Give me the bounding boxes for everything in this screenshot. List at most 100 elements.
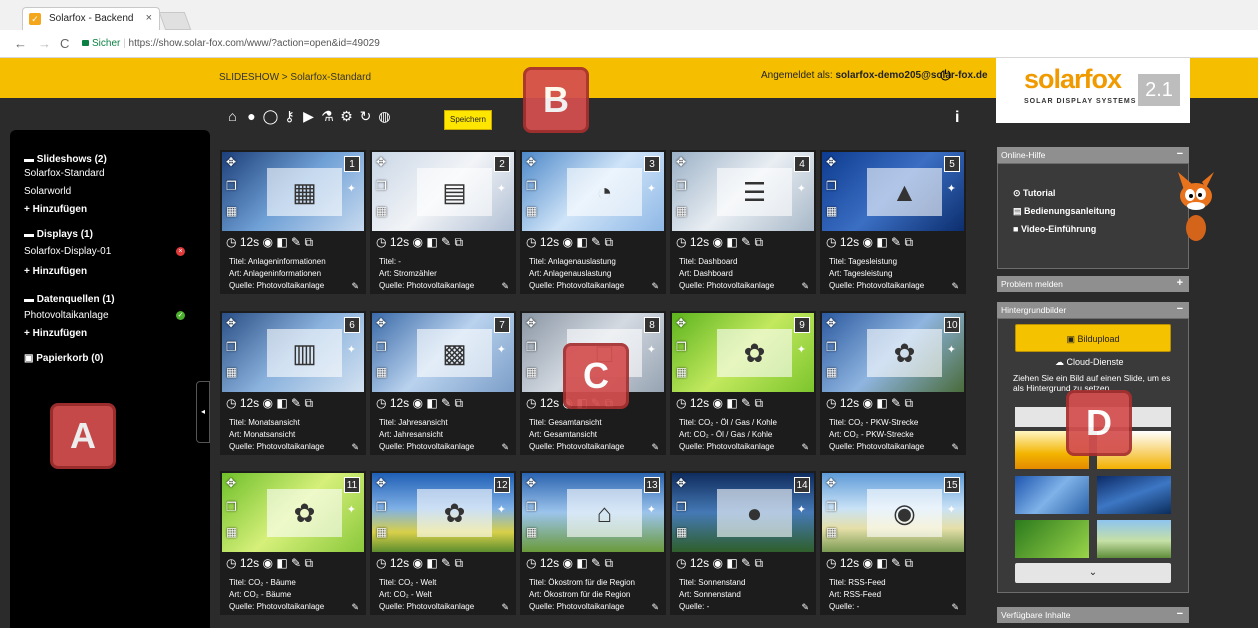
online-help-header[interactable]: Online-Hilfe − [997, 147, 1189, 163]
slide-thumbnail[interactable]: ▦ 1 ✥ ❐ ▦ ✦ [222, 152, 364, 231]
copy-icon[interactable]: ❐ [826, 500, 837, 514]
slide-thumbnail[interactable]: ▤ 2 ✥ ❐ ▦ ✦ [372, 152, 514, 231]
move-icon[interactable]: ✥ [376, 476, 386, 490]
slide-duration[interactable]: 12s [690, 556, 709, 570]
copy-icon[interactable]: ❐ [376, 179, 387, 193]
sidebar-item-slideshow[interactable]: Solarfox-Standard [24, 168, 105, 179]
calendar-icon[interactable]: ▦ [526, 365, 537, 379]
calendar-icon[interactable]: ▦ [676, 365, 687, 379]
wrench-icon[interactable]: ✎ [441, 396, 451, 410]
calendar-icon[interactable]: ▦ [226, 525, 237, 539]
unlock-icon[interactable]: ◧ [426, 235, 437, 249]
unlock-icon[interactable]: ◧ [576, 235, 587, 249]
background-thumbnail[interactable] [1015, 476, 1089, 514]
unlock-icon[interactable]: ◧ [276, 556, 287, 570]
eye-icon[interactable]: ◉ [563, 235, 573, 249]
refresh-icon[interactable]: ↻ [357, 108, 374, 125]
slide-thumbnail[interactable]: ⌂ 13 ✥ ❐ ▦ ✦ [522, 473, 664, 552]
open-external-icon[interactable]: ⧉ [454, 396, 463, 410]
twitter-icon[interactable]: ✦ [347, 503, 356, 516]
eye-icon[interactable]: ◉ [863, 235, 873, 249]
copy-icon[interactable]: ❐ [226, 179, 237, 193]
eye-icon[interactable]: ◉ [713, 235, 723, 249]
move-icon[interactable]: ✥ [526, 476, 536, 490]
globe-icon[interactable]: ◍ [376, 108, 393, 125]
move-icon[interactable]: ✥ [676, 476, 686, 490]
twitter-icon[interactable]: ✦ [797, 182, 806, 195]
wrench-icon[interactable]: ✎ [891, 235, 901, 249]
move-icon[interactable]: ✥ [376, 155, 386, 169]
url-field[interactable]: Sicher | https://show.solar-fox.com/www/… [82, 34, 1242, 54]
background-thumbnail[interactable] [1097, 476, 1171, 514]
copy-icon[interactable]: ❐ [676, 179, 687, 193]
info-icon[interactable]: i [955, 109, 959, 127]
slide-thumbnail[interactable]: ▥ 6 ✥ ❐ ▦ ✦ [222, 313, 364, 392]
move-icon[interactable]: ✥ [226, 476, 236, 490]
user-icon[interactable]: ● [243, 108, 260, 125]
flask-icon[interactable]: ⚗ [319, 108, 336, 125]
wrench-icon[interactable]: ✎ [891, 556, 901, 570]
twitter-icon[interactable]: ✦ [647, 343, 656, 356]
close-tab-icon[interactable]: × [146, 12, 152, 24]
open-external-icon[interactable]: ⧉ [754, 235, 763, 249]
open-external-icon[interactable]: ⧉ [754, 556, 763, 570]
copy-icon[interactable]: ❐ [676, 340, 687, 354]
open-external-icon[interactable]: ⧉ [904, 556, 913, 570]
unlock-icon[interactable]: ◧ [276, 396, 287, 410]
edit-icon[interactable]: ✎ [951, 442, 959, 453]
move-icon[interactable]: ✥ [826, 155, 836, 169]
slide-card[interactable]: ▲ 5 ✥ ❐ ▦ ✦ ◷ 12s ◉ ◧ ✎ ⧉ Titel: Tagesleistung A… [820, 150, 966, 294]
image-upload-button[interactable]: ▣ Bildupload [1015, 324, 1171, 352]
open-external-icon[interactable]: ⧉ [754, 396, 763, 410]
slide-card[interactable]: ✿ 9 ✥ ❐ ▦ ✦ ◷ 12s ◉ ◧ ✎ ⧉ Titel: CO₂ - Öl / Gas… [670, 311, 816, 455]
sidebar-item-slideshow[interactable]: Solarworld [24, 186, 71, 197]
slide-duration[interactable]: 12s [540, 235, 559, 249]
slide-card[interactable]: ▤ 2 ✥ ❐ ▦ ✦ ◷ 12s ◉ ◧ ✎ ⧉ Titel: - Art: Stromzäh… [370, 150, 516, 294]
edit-icon[interactable]: ✎ [501, 602, 509, 613]
move-icon[interactable]: ✥ [376, 316, 386, 330]
unlock-icon[interactable]: ◧ [726, 396, 737, 410]
background-thumbnail[interactable] [1015, 520, 1089, 558]
unlock-icon[interactable]: ◧ [426, 396, 437, 410]
problem-report-header[interactable]: Problem melden + [997, 276, 1189, 292]
slide-duration[interactable]: 12s [690, 235, 709, 249]
eye-icon[interactable]: ◉ [413, 556, 423, 570]
trash-item[interactable]: ▣ Papierkorb (0) [24, 353, 103, 364]
gears-icon[interactable]: ⚙ [338, 108, 355, 125]
slide-card[interactable]: ◔ 3 ✥ ❐ ▦ ✦ ◷ 12s ◉ ◧ ✎ ⧉ Titel: Anlagenauslast… [520, 150, 666, 294]
copy-icon[interactable]: ❐ [376, 340, 387, 354]
slide-card[interactable]: ● 14 ✥ ❐ ▦ ✦ ◷ 12s ◉ ◧ ✎ ⧉ Titel: Sonnenstand Ar… [670, 471, 816, 615]
load-more-chevron-icon[interactable]: ⌄ [1015, 563, 1171, 583]
unlock-icon[interactable]: ◧ [876, 235, 887, 249]
edit-icon[interactable]: ✎ [351, 281, 359, 292]
move-icon[interactable]: ✥ [826, 316, 836, 330]
unlock-icon[interactable]: ◧ [726, 235, 737, 249]
twitter-icon[interactable]: ✦ [497, 343, 506, 356]
copy-icon[interactable]: ❐ [376, 500, 387, 514]
play-icon[interactable]: ▶ [300, 108, 317, 125]
calendar-icon[interactable]: ▦ [676, 204, 687, 218]
slide-thumbnail[interactable]: ✿ 12 ✥ ❐ ▦ ✦ [372, 473, 514, 552]
move-icon[interactable]: ✥ [226, 155, 236, 169]
slide-duration[interactable]: 12s [240, 396, 259, 410]
open-external-icon[interactable]: ⧉ [604, 556, 613, 570]
slide-duration[interactable]: 12s [390, 396, 409, 410]
copy-icon[interactable]: ❐ [526, 340, 537, 354]
backgrounds-header[interactable]: Hintergrundbilder − [997, 302, 1189, 318]
new-tab-button[interactable] [158, 12, 192, 30]
twitter-icon[interactable]: ✦ [647, 182, 656, 195]
copy-icon[interactable]: ❐ [676, 500, 687, 514]
slide-card[interactable]: ▥ 6 ✥ ❐ ▦ ✦ ◷ 12s ◉ ◧ ✎ ⧉ Titel: Monatsansicht A… [220, 311, 366, 455]
slide-duration[interactable]: 12s [240, 556, 259, 570]
slide-card[interactable]: ⌂ 13 ✥ ❐ ▦ ✦ ◷ 12s ◉ ◧ ✎ ⧉ Titel: Ökostrom für … [520, 471, 666, 615]
eye-icon[interactable]: ◉ [263, 235, 273, 249]
unlock-icon[interactable]: ◧ [876, 396, 887, 410]
edit-icon[interactable]: ✎ [801, 442, 809, 453]
edit-icon[interactable]: ✎ [501, 442, 509, 453]
open-external-icon[interactable]: ⧉ [454, 235, 463, 249]
slide-duration[interactable]: 12s [690, 396, 709, 410]
move-icon[interactable]: ✥ [676, 155, 686, 169]
collapse-sidebar-toggle[interactable]: ◂ [196, 381, 210, 443]
slide-card[interactable]: ✿ 12 ✥ ❐ ▦ ✦ ◷ 12s ◉ ◧ ✎ ⧉ Titel: CO₂ - Welt Art… [370, 471, 516, 615]
move-icon[interactable]: ✥ [826, 476, 836, 490]
